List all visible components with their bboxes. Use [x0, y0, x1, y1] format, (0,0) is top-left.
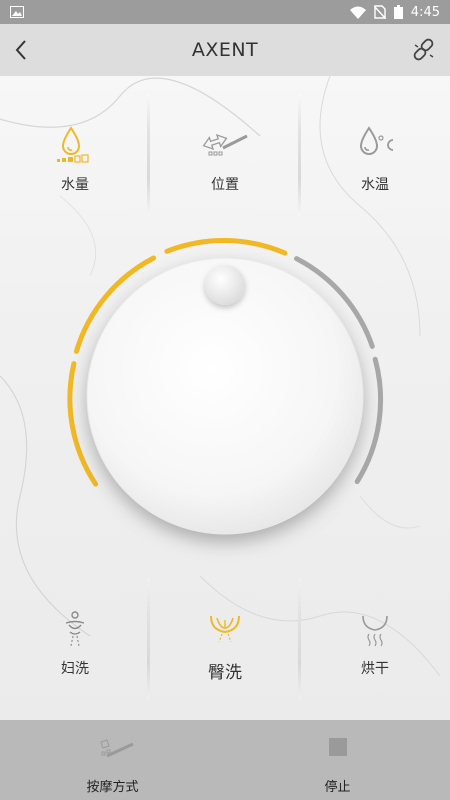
stop-button[interactable]: 停止 — [225, 720, 450, 800]
stop-label: 停止 — [324, 780, 351, 795]
app-bar: AXENT — [0, 24, 450, 76]
rear-wash-option[interactable]: 臀洗 — [150, 560, 300, 683]
feminine-wash-option[interactable]: 妇洗 — [0, 560, 150, 677]
rear-wash-icon — [203, 606, 247, 650]
dryer-icon — [353, 606, 397, 650]
divider — [298, 578, 301, 700]
control-panel: 水量 位置 水温 妇洗 臀洗 烘干 — [0, 76, 450, 720]
dial-arc-3[interactable] — [164, 238, 288, 256]
wifi-icon — [349, 6, 366, 19]
massage-nozzle-icon — [97, 736, 134, 762]
massage-mode-label: 按摩方式 — [86, 780, 139, 795]
page-title: AXENT — [191, 39, 259, 61]
dryer-label: 烘干 — [361, 661, 389, 677]
dial-handle[interactable] — [205, 265, 245, 305]
no-sim-icon — [373, 5, 386, 19]
clock: 4:45 — [410, 4, 440, 20]
battery-icon — [393, 5, 403, 19]
status-bar: 4:45 — [0, 0, 450, 24]
back-arrow-icon[interactable] — [8, 36, 36, 64]
feminine-wash-label: 妇洗 — [61, 661, 89, 677]
dryer-option[interactable]: 烘干 — [300, 560, 450, 677]
bottom-bar: 按摩方式 停止 — [0, 720, 450, 800]
link-connection-icon[interactable] — [410, 36, 438, 64]
divider — [147, 578, 150, 700]
stop-icon — [322, 736, 354, 762]
rear-wash-label: 臀洗 — [208, 663, 242, 683]
gallery-notification-icon — [10, 6, 24, 18]
feminine-wash-icon — [53, 606, 97, 650]
massage-mode-button[interactable]: 按摩方式 — [0, 720, 225, 800]
